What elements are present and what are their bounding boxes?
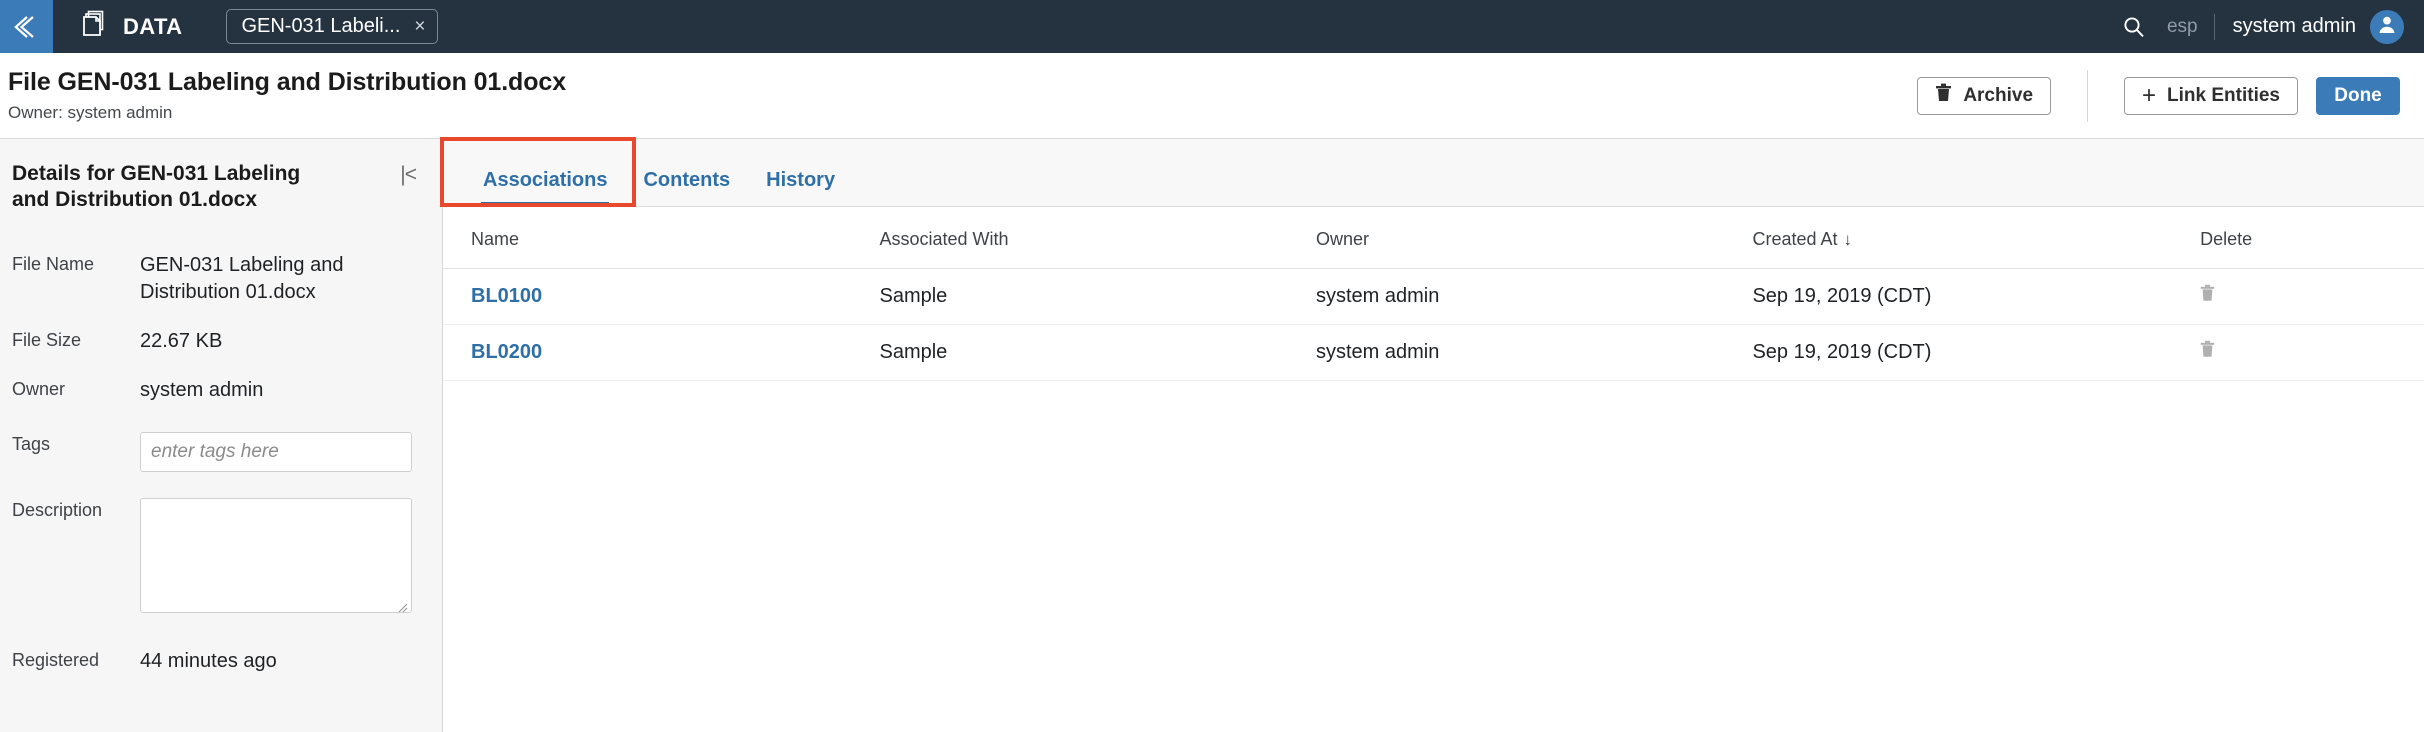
field-value: system admin	[140, 378, 264, 401]
delete-row-button[interactable]	[2200, 340, 2215, 361]
delete-row-button[interactable]	[2200, 284, 2215, 305]
associations-table-wrap: Name Associated With Owner Created At ↓ D…	[443, 207, 2424, 381]
associations-table: Name Associated With Owner Created At ↓ D…	[443, 207, 2424, 381]
cell-associated-with: Sample	[879, 268, 1316, 325]
field-owner: Owner system admin	[12, 377, 418, 404]
cell-created-at: Sep 19, 2019 (CDT)	[1752, 268, 2201, 325]
field-label: File Size	[12, 329, 82, 350]
field-value: 44 minutes ago	[140, 649, 277, 672]
table-header-row: Name Associated With Owner Created At ↓ D…	[443, 207, 2424, 269]
details-panel-title: Details for GEN-031 Labeling and Distrib…	[12, 162, 301, 212]
column-header-delete: Delete	[2200, 207, 2424, 269]
description-textarea[interactable]	[140, 497, 412, 613]
field-file-name: File Name GEN-031 Labeling and Distribut…	[12, 252, 418, 306]
row-link-bl0200[interactable]: BL0200	[471, 341, 542, 363]
column-header-name[interactable]: Name	[443, 207, 880, 269]
nav-divider	[2213, 13, 2215, 40]
cell-owner: system admin	[1315, 268, 1753, 325]
page-body: Details for GEN-031 Labeling and Distrib…	[0, 137, 2424, 732]
field-description: Description	[12, 497, 418, 618]
field-value: GEN-031 Labeling and Distribution 01.doc…	[140, 253, 344, 303]
plus-icon: +	[2142, 81, 2157, 109]
brand-label: DATA	[123, 13, 183, 39]
trash-icon	[2200, 340, 2215, 361]
tags-input[interactable]	[140, 431, 412, 472]
content-panel: Associations Contents History Name Assoc…	[440, 137, 2424, 732]
description-holder	[140, 497, 412, 618]
user-avatar-icon	[2376, 13, 2398, 40]
cell-delete	[2200, 324, 2424, 381]
table-head: Name Associated With Owner Created At ↓ D…	[443, 207, 2424, 269]
field-label: Tags	[12, 433, 51, 454]
table-body: BL0100 Sample system admin Sep 19, 2019 …	[443, 268, 2424, 381]
cell-name: BL0200	[443, 324, 880, 381]
top-navigation-right: esp system admin	[2123, 9, 2424, 44]
field-label: Description	[12, 499, 103, 520]
page-title-block: File GEN-031 Labeling and Distribution 0…	[8, 68, 566, 123]
avatar[interactable]	[2370, 9, 2404, 44]
page-actions: Archive + Link Entities Done	[1917, 69, 2400, 122]
archive-button[interactable]: Archive	[1917, 76, 2052, 115]
column-header-created-at[interactable]: Created At ↓	[1752, 207, 2201, 269]
language-switch-esp[interactable]: esp	[2167, 16, 2198, 38]
link-entities-button[interactable]: + Link Entities	[2124, 76, 2298, 115]
archive-button-label: Archive	[1963, 84, 2034, 106]
chevron-left-icon	[13, 13, 40, 41]
page-title-bar: File GEN-031 Labeling and Distribution 0…	[0, 53, 2424, 139]
cell-associated-with: Sample	[879, 324, 1316, 381]
open-tab-gen-031[interactable]: GEN-031 Labeli... ×	[226, 9, 438, 44]
actions-divider	[2087, 69, 2089, 122]
field-label: Registered	[12, 649, 100, 670]
collapse-panel-icon[interactable]: |<	[400, 161, 417, 185]
link-entities-button-label: Link Entities	[2167, 84, 2280, 106]
tab-associations[interactable]: Associations	[465, 169, 625, 206]
copy-documents-icon	[83, 10, 109, 43]
cell-created-at: Sep 19, 2019 (CDT)	[1752, 324, 2201, 381]
field-label: File Name	[12, 253, 95, 274]
details-panel: Details for GEN-031 Labeling and Distrib…	[0, 139, 443, 732]
row-link-bl0100[interactable]: BL0100	[471, 285, 542, 307]
current-user-label[interactable]: system admin	[2233, 15, 2356, 38]
sort-descending-icon: ↓	[1843, 230, 1853, 249]
cell-delete	[2200, 268, 2424, 325]
cell-owner: system admin	[1315, 324, 1753, 381]
tab-pill-label: GEN-031 Labeli...	[241, 15, 401, 37]
column-header-owner[interactable]: Owner	[1315, 207, 1753, 269]
cell-name: BL0100	[443, 268, 880, 325]
app-brand[interactable]: DATA	[83, 10, 182, 43]
column-header-associated-with[interactable]: Associated With	[879, 207, 1316, 269]
trash-icon	[2200, 284, 2215, 305]
field-registered: Registered 44 minutes ago	[12, 648, 418, 675]
details-panel-header: Details for GEN-031 Labeling and Distrib…	[12, 161, 418, 214]
field-tags: Tags	[12, 431, 418, 472]
field-file-size: File Size 22.67 KB	[12, 328, 418, 355]
table-row: BL0100 Sample system admin Sep 19, 2019 …	[443, 268, 2424, 325]
tab-contents[interactable]: Contents	[625, 169, 748, 206]
trash-icon	[1935, 83, 1952, 108]
tabs-bar: Associations Contents History	[440, 137, 2424, 207]
close-icon[interactable]: ×	[414, 17, 425, 36]
table-row: BL0200 Sample system admin Sep 19, 2019 …	[443, 324, 2424, 381]
done-button[interactable]: Done	[2316, 76, 2400, 115]
back-button[interactable]	[0, 0, 53, 53]
field-value: 22.67 KB	[140, 329, 223, 352]
top-navigation-bar: DATA GEN-031 Labeli... × esp system admi…	[0, 0, 2424, 53]
page-title: File GEN-031 Labeling and Distribution 0…	[8, 68, 566, 96]
tab-history[interactable]: History	[748, 169, 853, 206]
field-label: Owner	[12, 378, 66, 399]
page-owner-subtitle: Owner: system admin	[8, 103, 173, 122]
done-button-label: Done	[2334, 84, 2382, 106]
search-icon[interactable]	[2123, 16, 2145, 38]
column-header-created-at-label: Created At	[1752, 229, 1838, 249]
